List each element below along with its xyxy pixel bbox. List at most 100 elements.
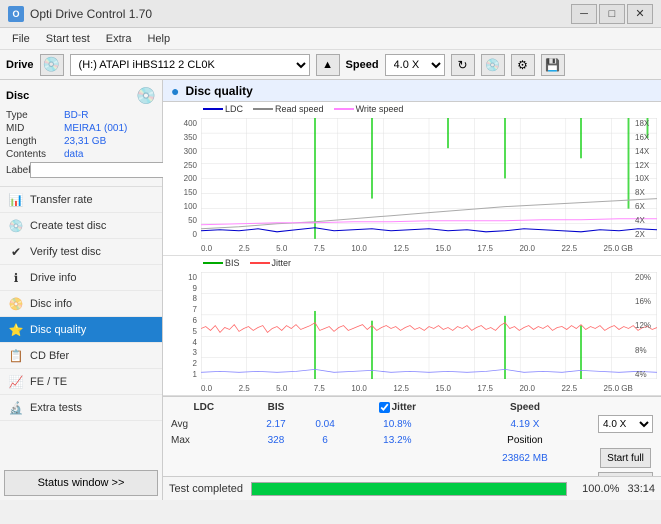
mid-value: MEIRA1 (001) xyxy=(64,123,156,134)
close-button[interactable]: ✕ xyxy=(627,4,653,24)
menu-help[interactable]: Help xyxy=(139,31,178,47)
sidebar: Disc 💿 Type BD-R MID MEIRA1 (001) Length… xyxy=(0,80,163,500)
create-disc-icon: 💿 xyxy=(8,218,24,234)
charts-container: LDC Read speed Write speed 4003503002502… xyxy=(163,102,661,396)
nav-items: 📊 Transfer rate 💿 Create test disc ✔ Ver… xyxy=(0,187,162,466)
position-label: Position xyxy=(456,434,594,447)
contents-label: Contents xyxy=(6,149,64,160)
stats-table: LDC BIS Jitter Speed xyxy=(167,401,657,472)
disc-header-label: Disc xyxy=(6,90,29,102)
nav-label-disc-info: Disc info xyxy=(30,298,72,310)
start-full-button[interactable]: Start full xyxy=(600,448,651,468)
col-speed-header: Speed xyxy=(456,401,594,414)
window-controls: ─ □ ✕ xyxy=(571,4,653,24)
nav-disc-quality[interactable]: ⭐ Disc quality xyxy=(0,317,162,343)
col-jitter-header: Jitter xyxy=(339,401,456,414)
content-header-icon: ● xyxy=(171,83,179,99)
menu-starttest[interactable]: Start test xyxy=(38,31,98,47)
max-row: Max 328 6 13.2% Position xyxy=(167,434,657,447)
drive-select[interactable]: (H:) ATAPI iHBS112 2 CL0K xyxy=(70,54,310,76)
drive-info-icon: ℹ xyxy=(8,270,24,286)
stats-bar: LDC BIS Jitter Speed xyxy=(163,396,661,476)
disc-quality-icon: ⭐ xyxy=(8,322,24,338)
nav-cd-bfer[interactable]: 📋 CD Bfer xyxy=(0,343,162,369)
col-ldc-header: LDC xyxy=(167,401,241,414)
chart1-x: 0.02.55.07.510.012.515.017.520.022.525.0… xyxy=(201,244,633,253)
jitter-checkbox[interactable] xyxy=(379,402,390,413)
nav-label-extra: Extra tests xyxy=(30,402,82,414)
chart2-legend: BIS Jitter xyxy=(203,258,291,268)
transfer-rate-icon: 📊 xyxy=(8,192,24,208)
mid-label: MID xyxy=(6,123,64,134)
minimize-button[interactable]: ─ xyxy=(571,4,597,24)
ldc-chart: LDC Read speed Write speed 4003503002502… xyxy=(163,102,661,256)
disc-section: Disc 💿 Type BD-R MID MEIRA1 (001) Length… xyxy=(0,80,162,187)
drivebar: Drive 💿 (H:) ATAPI iHBS112 2 CL0K ▲ Spee… xyxy=(0,50,661,80)
menubar: File Start test Extra Help xyxy=(0,28,661,50)
contents-value: data xyxy=(64,149,156,160)
progress-bar-container: Test completed 100.0% 33:14 xyxy=(163,476,661,500)
length-value: 23,31 GB xyxy=(64,136,156,147)
drive-label: Drive xyxy=(6,59,34,71)
verify-icon: ✔ xyxy=(8,244,24,260)
disc-refresh-icon[interactable]: 💿 xyxy=(136,86,156,106)
nav-fe-te[interactable]: 📈 FE / TE xyxy=(0,369,162,395)
cd-bfer-icon: 📋 xyxy=(8,348,24,364)
app-icon: O xyxy=(8,6,24,22)
progress-track xyxy=(251,482,567,496)
chart2-x: 0.02.55.07.510.012.515.017.520.022.525.0… xyxy=(201,384,633,393)
chart1-y-right: 18X16X14X12X10X8X6X4X2X xyxy=(635,120,659,239)
disc-info-icon: 📀 xyxy=(8,296,24,312)
chart2-svg xyxy=(201,272,657,379)
fe-te-icon: 📈 xyxy=(8,374,24,390)
chart2-y-right: 20%16%12%8%4% xyxy=(635,274,659,379)
content-header: ● Disc quality xyxy=(163,80,661,102)
maximize-button[interactable]: □ xyxy=(599,4,625,24)
menu-file[interactable]: File xyxy=(4,31,38,47)
drive-icon: 💿 xyxy=(40,54,64,76)
titlebar: O Opti Drive Control 1.70 ─ □ ✕ xyxy=(0,0,661,28)
progress-fill xyxy=(252,483,566,495)
label-label: Label xyxy=(6,165,30,176)
nav-extra-tests[interactable]: 🔬 Extra tests xyxy=(0,395,162,421)
speed-select[interactable]: 4.0 X xyxy=(385,54,445,76)
max-value-row: 23862 MB Start full xyxy=(167,447,657,469)
extra-tests-icon: 🔬 xyxy=(8,400,24,416)
nav-create-test-disc[interactable]: 💿 Create test disc xyxy=(0,213,162,239)
nav-label-create: Create test disc xyxy=(30,220,106,232)
chart1-svg xyxy=(201,118,657,239)
refresh-button[interactable]: ↻ xyxy=(451,54,475,76)
chart2-y-left: 10987654321 xyxy=(163,274,199,379)
menu-extra[interactable]: Extra xyxy=(98,31,140,47)
label-input[interactable] xyxy=(30,162,168,178)
save-button[interactable]: 💾 xyxy=(541,54,565,76)
content-area: ● Disc quality LDC Read speed Write spee… xyxy=(163,80,661,500)
status-window-button[interactable]: Status window >> xyxy=(4,470,158,496)
nav-label-transfer-rate: Transfer rate xyxy=(30,194,93,206)
nav-verify-test-disc[interactable]: ✔ Verify test disc xyxy=(0,239,162,265)
nav-label-fe-te: FE / TE xyxy=(30,376,67,388)
speed-select2[interactable]: 4.0 X xyxy=(598,415,653,433)
chart1-legend: LDC Read speed Write speed xyxy=(203,104,403,114)
test-completed-label: Test completed xyxy=(169,483,243,495)
bis-chart: BIS Jitter 10987654321 20%16%12%8%4% 0.0… xyxy=(163,256,661,396)
nav-disc-info[interactable]: 📀 Disc info xyxy=(0,291,162,317)
settings-button[interactable]: ⚙ xyxy=(511,54,535,76)
nav-transfer-rate[interactable]: 📊 Transfer rate xyxy=(0,187,162,213)
nav-label-verify: Verify test disc xyxy=(30,246,101,258)
nav-label-drive-info: Drive info xyxy=(30,272,76,284)
progress-percent: 100.0% xyxy=(575,483,619,495)
type-value: BD-R xyxy=(64,110,156,121)
disc-button[interactable]: 💿 xyxy=(481,54,505,76)
nav-label-cd-bfer: CD Bfer xyxy=(30,350,69,362)
type-label: Type xyxy=(6,110,64,121)
nav-drive-info[interactable]: ℹ Drive info xyxy=(0,265,162,291)
app-title: Opti Drive Control 1.70 xyxy=(30,7,152,21)
eject-button[interactable]: ▲ xyxy=(316,54,340,76)
length-label: Length xyxy=(6,136,64,147)
avg-row: Avg 2.17 0.04 10.8% 4.19 X 4.0 X xyxy=(167,414,657,434)
content-header-title: Disc quality xyxy=(185,84,252,98)
elapsed-time: 33:14 xyxy=(627,483,655,495)
col-bis-header: BIS xyxy=(241,401,312,414)
nav-label-disc-quality: Disc quality xyxy=(30,324,86,336)
